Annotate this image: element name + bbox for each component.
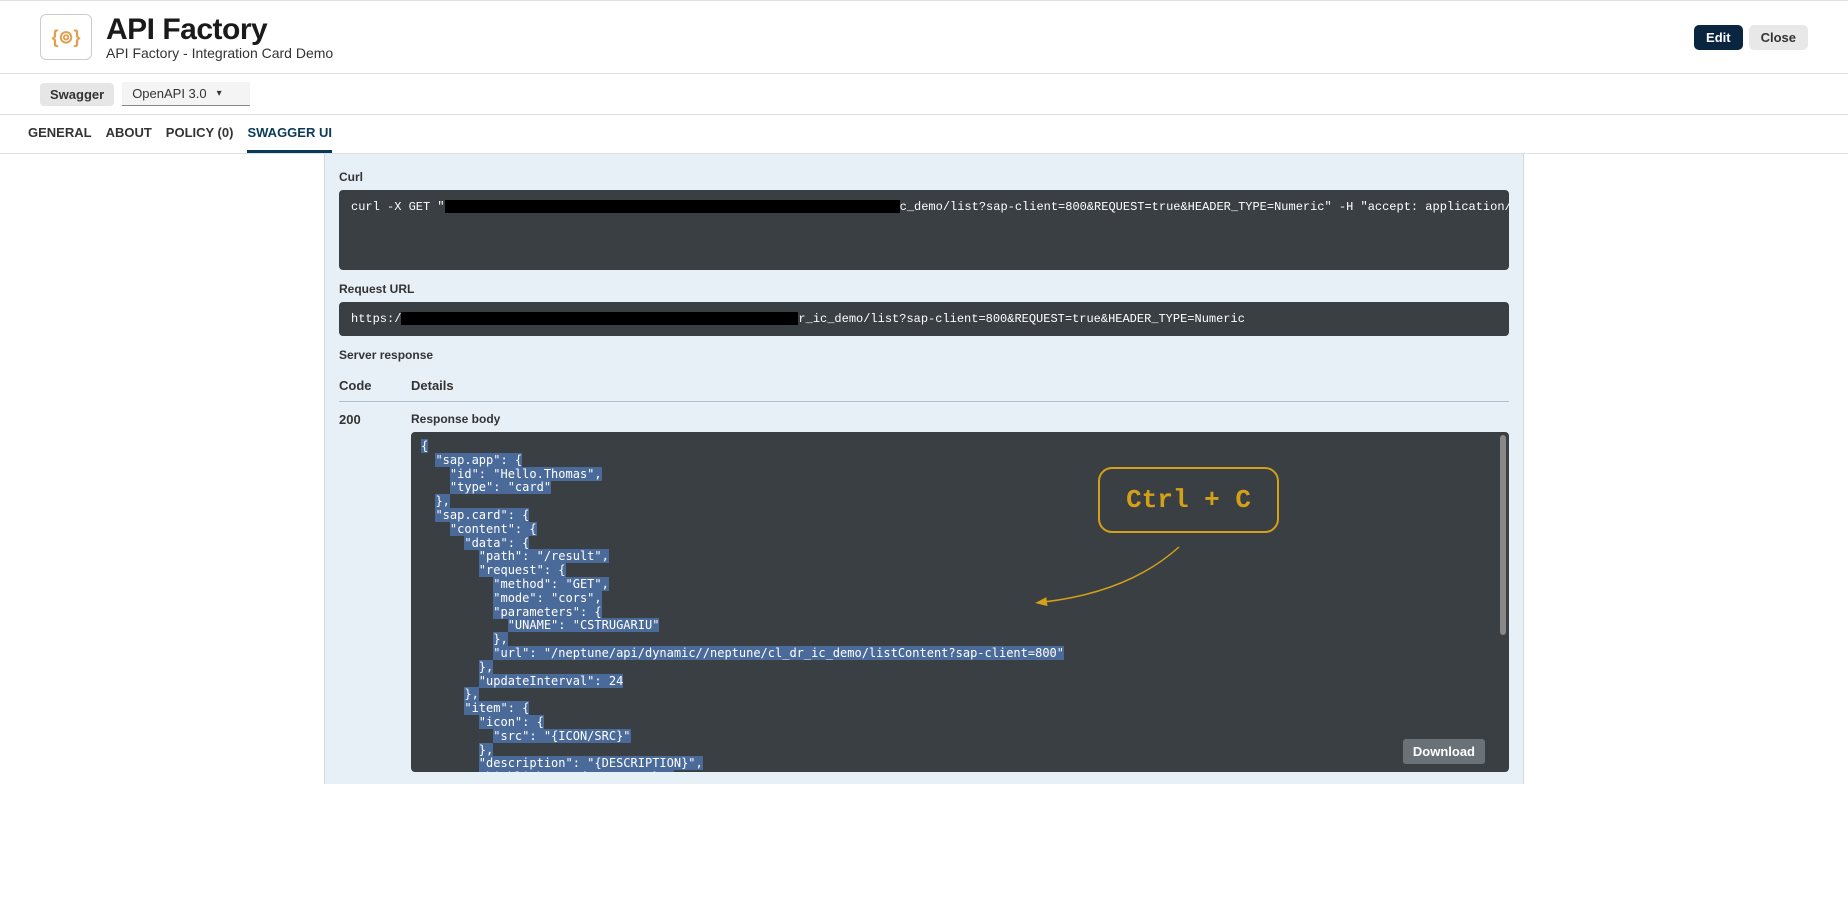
curl-suffix: c_demo/list?sap-client=800&REQUEST=true&…	[900, 200, 1509, 214]
tab-general[interactable]: GENERAL	[28, 115, 92, 153]
curl-prefix: curl -X GET "	[351, 200, 445, 214]
download-button[interactable]: Download	[1403, 739, 1485, 764]
close-button[interactable]: Close	[1749, 25, 1808, 50]
response-body-label: Response body	[411, 412, 1509, 426]
api-version-label: OpenAPI 3.0	[132, 86, 206, 101]
redacted-segment	[401, 312, 798, 325]
secondary-bar: Swagger OpenAPI 3.0 ▾	[0, 74, 1848, 115]
response-row: 200 Response body { "sap.app": { "id": "…	[339, 402, 1509, 772]
response-body-block[interactable]: { "sap.app": { "id": "Hello.Thomas", "ty…	[411, 432, 1509, 772]
edit-button[interactable]: Edit	[1694, 25, 1743, 50]
redacted-segment	[445, 200, 900, 213]
app-header: {⊚} API Factory API Factory - Integratio…	[0, 1, 1848, 74]
swagger-badge: Swagger	[40, 83, 114, 106]
status-code: 200	[339, 412, 411, 772]
app-logo: {⊚}	[40, 14, 92, 60]
curl-block[interactable]: curl -X GET " c_demo/list?sap-client=800&…	[339, 190, 1509, 270]
chevron-down-icon: ▾	[217, 88, 222, 99]
title-block: API Factory API Factory - Integration Ca…	[106, 13, 1694, 61]
request-url-label: Request URL	[339, 282, 1509, 296]
request-url-block[interactable]: https:/ r_ic_demo/list?sap-client=800&REQ…	[339, 302, 1509, 336]
tab-policy[interactable]: POLICY (0)	[166, 115, 234, 153]
url-prefix: https:/	[351, 312, 401, 326]
app-subtitle: API Factory - Integration Card Demo	[106, 45, 1694, 61]
logo-icon: {⊚}	[51, 27, 80, 48]
tab-bar: GENERAL ABOUT POLICY (0) SWAGGER UI	[0, 115, 1848, 154]
api-version-select[interactable]: OpenAPI 3.0 ▾	[122, 82, 249, 106]
response-table-head: Code Details	[339, 370, 1509, 402]
details-header: Details	[411, 378, 454, 393]
tab-about[interactable]: ABOUT	[106, 115, 152, 153]
curl-label: Curl	[339, 170, 1509, 184]
callout-text: Ctrl + C	[1126, 485, 1251, 515]
app-title: API Factory	[106, 13, 1694, 47]
annotation-callout: Ctrl + C	[1098, 467, 1279, 533]
swagger-panel: Curl curl -X GET " c_demo/list?sap-client…	[324, 154, 1524, 784]
tab-swagger-ui[interactable]: SWAGGER UI	[247, 115, 332, 153]
server-response-label: Server response	[339, 348, 1509, 362]
scrollbar[interactable]	[1500, 435, 1506, 635]
code-header: Code	[339, 378, 411, 393]
url-suffix: r_ic_demo/list?sap-client=800&REQUEST=tr…	[798, 312, 1244, 326]
